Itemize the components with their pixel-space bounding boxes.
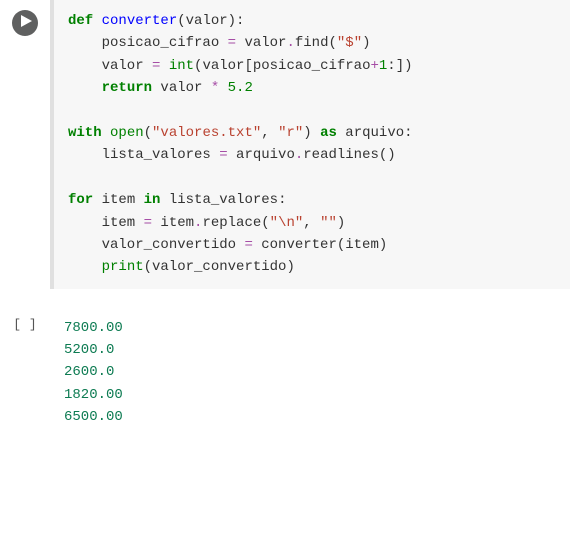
- code-token: [160, 58, 168, 74]
- output-text: 7800.00 5200.0 2600.0 1820.00 6500.00: [50, 309, 570, 437]
- play-icon: [19, 15, 32, 32]
- code-token: "r": [278, 125, 303, 141]
- code-editor[interactable]: def converter(valor): posicao_cifrao = v…: [50, 0, 570, 289]
- code-token: "$": [337, 35, 362, 51]
- code-token: return: [102, 80, 152, 96]
- code-token: lista_valores:: [160, 192, 286, 208]
- code-token: valor: [152, 80, 211, 96]
- code-token: (valor_convertido): [144, 259, 295, 275]
- code-token: ,: [303, 215, 320, 231]
- output-marker: [ ]: [0, 309, 50, 332]
- code-gutter: [0, 0, 50, 36]
- code-token: item: [152, 215, 194, 231]
- code-token: item: [93, 192, 143, 208]
- code-token: as: [320, 125, 337, 141]
- code-token: [102, 125, 110, 141]
- code-token: ): [362, 35, 370, 51]
- code-token: find(: [295, 35, 337, 51]
- code-token: .: [295, 147, 303, 163]
- code-token: ): [303, 125, 320, 141]
- code-token: readlines(): [303, 147, 395, 163]
- code-token: posicao_cifrao: [68, 35, 228, 51]
- code-token: for: [68, 192, 93, 208]
- code-token: =: [219, 147, 227, 163]
- code-token: arquivo:: [337, 125, 413, 141]
- code-token: (valor[posicao_cifrao: [194, 58, 370, 74]
- code-token: 5.2: [228, 80, 253, 96]
- code-token: .: [286, 35, 294, 51]
- code-token: +: [370, 58, 378, 74]
- code-token: open: [110, 125, 144, 141]
- output-cell: [ ] 7800.00 5200.0 2600.0 1820.00 6500.0…: [0, 309, 570, 437]
- code-token: =: [244, 237, 252, 253]
- run-button[interactable]: [12, 10, 38, 36]
- code-token: "": [320, 215, 337, 231]
- code-token: converter(item): [253, 237, 387, 253]
- code-token: =: [144, 215, 152, 231]
- code-token: item: [68, 215, 144, 231]
- code-token: arquivo: [228, 147, 295, 163]
- code-token: "valores.txt": [152, 125, 261, 141]
- code-token: (: [144, 125, 152, 141]
- code-token: in: [144, 192, 161, 208]
- code-token: def: [68, 13, 102, 29]
- code-token: converter: [102, 13, 178, 29]
- code-token: valor: [236, 35, 286, 51]
- code-token: int: [169, 58, 194, 74]
- code-token: [68, 259, 102, 275]
- code-token: [219, 80, 227, 96]
- code-token: with: [68, 125, 102, 141]
- code-token: "\n": [270, 215, 304, 231]
- code-token: replace(: [202, 215, 269, 231]
- code-token: lista_valores: [68, 147, 219, 163]
- code-cell: def converter(valor): posicao_cifrao = v…: [0, 0, 570, 289]
- code-token: valor_convertido: [68, 237, 244, 253]
- code-token: print: [102, 259, 144, 275]
- code-token: :]): [387, 58, 412, 74]
- code-token: ,: [261, 125, 278, 141]
- code-token: ): [337, 215, 345, 231]
- code-token: valor: [68, 58, 152, 74]
- code-token: =: [228, 35, 236, 51]
- code-token: *: [211, 80, 219, 96]
- code-token: [68, 80, 102, 96]
- code-token: (valor):: [177, 13, 244, 29]
